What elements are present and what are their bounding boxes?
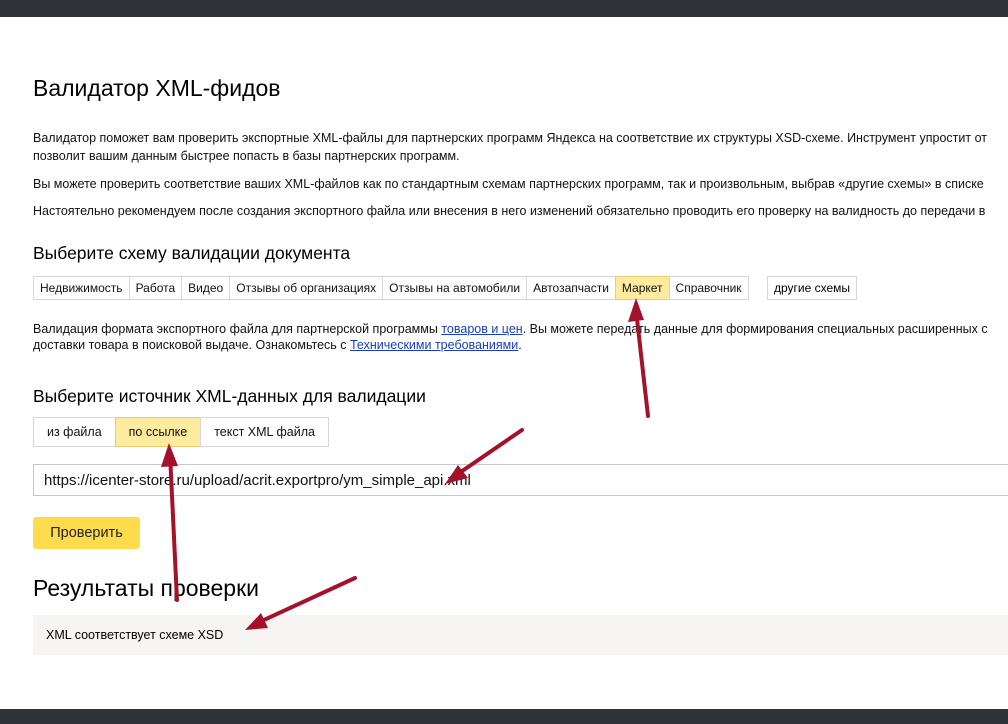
check-button[interactable]: Проверить	[33, 517, 140, 549]
intro-paragraph-3: Настоятельно рекомендуем после создания …	[33, 204, 986, 218]
schema-description-line-2-end: .	[518, 338, 522, 352]
other-schemas-button[interactable]: другие схемы	[767, 276, 858, 300]
schema-tab-directory[interactable]: Справочник	[668, 276, 749, 300]
schema-tab-car-reviews[interactable]: Отзывы на автомобили	[382, 276, 528, 300]
intro-paragraph-1-line-2: позволит вашим данным быстрее попасть в …	[33, 149, 460, 163]
schema-description-line-2: доставки товара в поисковой выдаче. Озна…	[33, 336, 522, 354]
schema-tab-autoparts[interactable]: Автозапчасти	[526, 276, 616, 300]
page-title: Валидатор XML-фидов	[33, 75, 281, 101]
intro-paragraph-2: Вы можете проверить соответствие ваших X…	[33, 177, 984, 191]
schema-tab-org-reviews[interactable]: Отзывы об организациях	[229, 276, 384, 300]
schema-tab-realty[interactable]: Недвижимость	[33, 276, 130, 300]
source-heading: Выберите источник XML-данных для валидац…	[33, 386, 426, 406]
intro-paragraph-1-line-1: Валидатор поможет вам проверить экспортн…	[33, 131, 987, 145]
source-tab-file[interactable]: из файла	[33, 417, 116, 447]
source-tabs: из файла по ссылке текст XML файла	[33, 417, 329, 447]
schema-description-text: Валидация формата экспортного файла для …	[33, 322, 442, 336]
schema-tab-jobs[interactable]: Работа	[128, 276, 183, 300]
schema-heading: Выберите схему валидации документа	[33, 243, 351, 263]
url-input[interactable]	[33, 464, 1008, 496]
goods-prices-link[interactable]: товаров и цен	[441, 322, 522, 336]
result-message: XML соответствует схеме XSD	[46, 628, 224, 642]
bottom-dark-bar	[0, 709, 1008, 724]
schema-tab-market[interactable]: Маркет	[614, 276, 670, 300]
source-tab-url[interactable]: по ссылке	[114, 417, 202, 447]
source-tab-xml-text[interactable]: текст XML файла	[200, 417, 329, 447]
schema-description-line-2-text: доставки товара в поисковой выдаче. Озна…	[33, 338, 350, 352]
schema-tabs: Недвижимость Работа Видео Отзывы об орга…	[33, 276, 749, 300]
schema-tab-video[interactable]: Видео	[181, 276, 231, 300]
validator-page: Валидатор XML-фидов Валидатор поможет ва…	[33, 0, 1008, 709]
schema-description-text-end: . Вы можете передать данные для формиров…	[522, 322, 988, 336]
result-message-box: XML соответствует схеме XSD	[33, 615, 1008, 655]
results-heading: Результаты проверки	[33, 575, 260, 601]
tech-requirements-link[interactable]: Техническими требованиями	[350, 338, 518, 352]
